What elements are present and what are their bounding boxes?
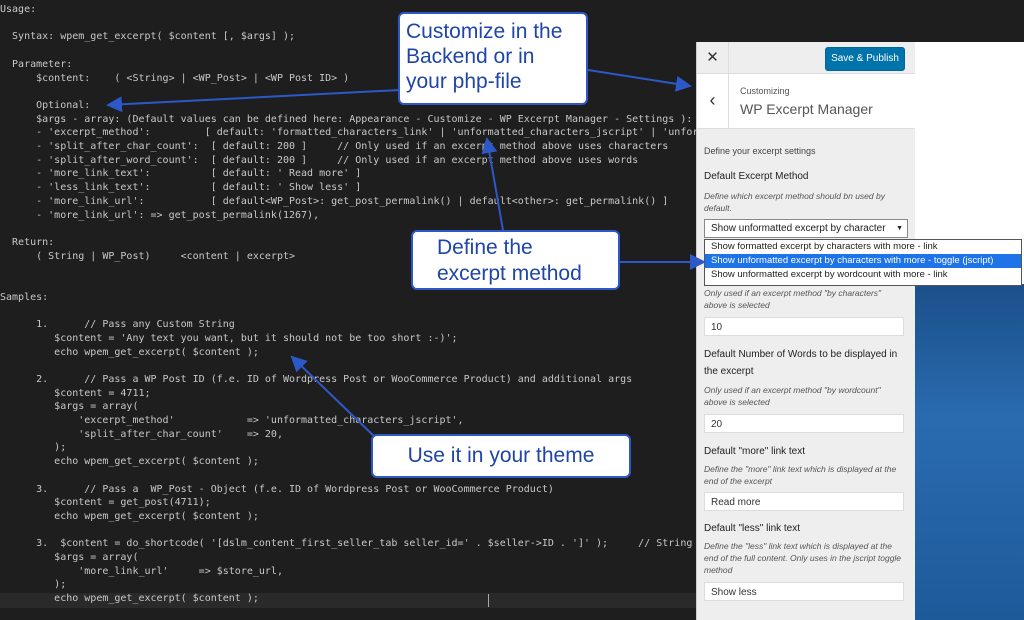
callout-define-text: Define the excerpt method bbox=[437, 236, 582, 285]
arrow-to-optional bbox=[106, 89, 401, 113]
callout-customize-text: Customize in the Backend or in your php-… bbox=[406, 20, 563, 93]
arrow-to-code-method bbox=[481, 137, 504, 231]
callout-use: Use it in your theme bbox=[371, 434, 631, 478]
arrow-to-customizer bbox=[587, 69, 692, 92]
callout-customize: Customize in the Backend or in your php-… bbox=[398, 12, 588, 105]
arrow-to-usage bbox=[290, 355, 379, 441]
callout-define: Define the excerpt method bbox=[411, 230, 620, 290]
callout-use-text: Use it in your theme bbox=[407, 444, 595, 467]
